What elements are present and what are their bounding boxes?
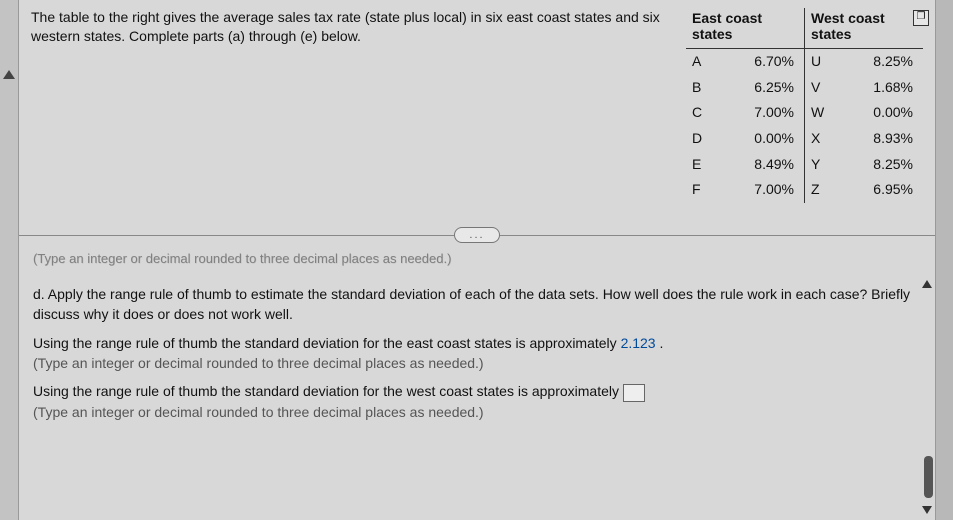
table-row: C7.00% [686, 100, 804, 126]
table-row: B6.25% [686, 75, 804, 101]
west-table: West coast states U8.25% V1.68% W0.00% X… [804, 8, 923, 203]
west-answer-input[interactable] [623, 384, 645, 402]
question-panel: ❐ The table to the right gives the avera… [18, 0, 936, 520]
east-hint: (Type an integer or decimal rounded to t… [33, 355, 484, 371]
west-label: V [805, 75, 848, 101]
data-table: East coast states A6.70% B6.25% C7.00% D… [686, 8, 923, 203]
separator-line [500, 235, 935, 236]
scroll-up-icon[interactable] [3, 70, 15, 79]
west-value: 8.93% [847, 126, 923, 152]
east-answer-value: 2.123 [621, 335, 656, 351]
east-value: 6.25% [728, 75, 804, 101]
separator-line [19, 235, 454, 236]
east-label: F [686, 177, 728, 203]
table-row: D0.00% [686, 126, 804, 152]
east-label: D [686, 126, 728, 152]
east-label: B [686, 75, 728, 101]
west-label: W [805, 100, 848, 126]
expand-button[interactable]: ... [454, 227, 499, 243]
east-answer-line: Using the range rule of thumb the standa… [33, 333, 921, 374]
previous-hint-ghost: (Type an integer or decimal rounded to t… [19, 247, 935, 276]
table-row: A6.70% [686, 49, 804, 75]
east-table: East coast states A6.70% B6.25% C7.00% D… [686, 8, 804, 203]
question-prompt: The table to the right gives the average… [31, 8, 686, 46]
table-row: U8.25% [805, 49, 924, 75]
table-row: Y8.25% [805, 152, 924, 178]
popout-icon[interactable]: ❐ [913, 10, 929, 26]
table-row: E8.49% [686, 152, 804, 178]
east-value: 8.49% [728, 152, 804, 178]
west-value: 6.95% [847, 177, 923, 203]
east-label: C [686, 100, 728, 126]
east-header: East coast states [686, 8, 804, 49]
west-label: Z [805, 177, 848, 203]
west-answer-line: Using the range rule of thumb the standa… [33, 381, 921, 422]
west-value: 0.00% [847, 100, 923, 126]
east-label: A [686, 49, 728, 75]
table-row: F7.00% [686, 177, 804, 203]
table-row: Z6.95% [805, 177, 924, 203]
section-separator: ... [19, 227, 935, 243]
scroll-down-icon[interactable] [922, 506, 932, 514]
scroll-thumb[interactable] [924, 456, 933, 498]
west-hint: (Type an integer or decimal rounded to t… [33, 404, 484, 420]
east-label: E [686, 152, 728, 178]
table-row: X8.93% [805, 126, 924, 152]
east-sentence-post: . [656, 335, 664, 351]
west-label: U [805, 49, 848, 75]
part-d-question: d. Apply the range rule of thumb to esti… [33, 284, 921, 325]
west-value: 1.68% [847, 75, 923, 101]
east-value: 0.00% [728, 126, 804, 152]
east-value: 7.00% [728, 100, 804, 126]
east-value: 7.00% [728, 177, 804, 203]
right-scrollbar[interactable] [919, 280, 935, 520]
left-scroll-gutter [0, 0, 18, 520]
scroll-up-icon[interactable] [922, 280, 932, 288]
west-value: 8.25% [847, 152, 923, 178]
east-sentence-pre: Using the range rule of thumb the standa… [33, 335, 621, 351]
west-sentence-pre: Using the range rule of thumb the standa… [33, 383, 623, 399]
table-row: W0.00% [805, 100, 924, 126]
west-label: X [805, 126, 848, 152]
west-header: West coast states [805, 8, 924, 49]
west-label: Y [805, 152, 848, 178]
table-row: V1.68% [805, 75, 924, 101]
west-value: 8.25% [847, 49, 923, 75]
east-value: 6.70% [728, 49, 804, 75]
